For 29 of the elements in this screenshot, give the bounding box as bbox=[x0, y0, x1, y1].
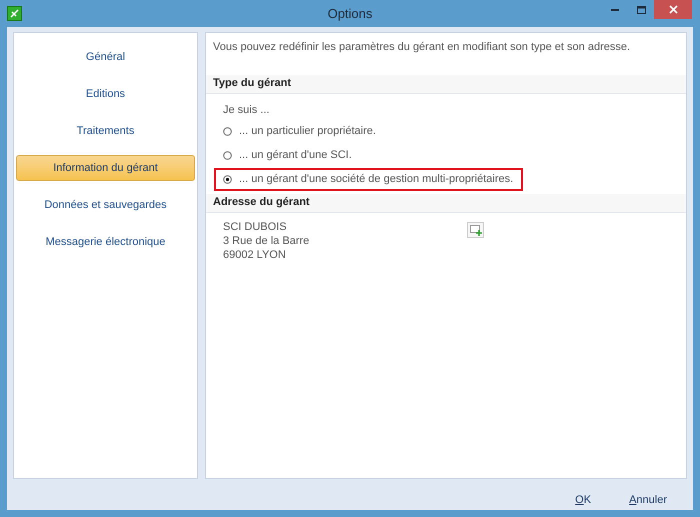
sidebar-item[interactable]: Messagerie électronique bbox=[16, 229, 195, 255]
cancel-button[interactable]: Annuler bbox=[629, 492, 667, 508]
address-line: SCI DUBOIS bbox=[223, 220, 287, 234]
window-title: Options bbox=[328, 4, 372, 23]
maximize-icon bbox=[636, 6, 646, 14]
section-header: Adresse du gérant bbox=[206, 194, 686, 213]
intro-text: Vous pouvez redéfinir les paramètres du gérant en modifiant son type et son adresse. bbox=[212, 40, 632, 55]
radio-icon bbox=[223, 126, 232, 136]
radio-option[interactable]: ... un gérant d'une SCI. bbox=[214, 144, 361, 166]
section-header: Type du gérant bbox=[206, 74, 686, 94]
radio-option[interactable]: ... un gérant d'une société de gestion multi-propriétaires. bbox=[214, 168, 524, 190]
add-icon bbox=[470, 224, 482, 236]
radio-icon bbox=[223, 174, 232, 184]
sidebar-item[interactable]: Données et sauvegardes bbox=[16, 192, 195, 218]
sidebar-item[interactable]: Editions bbox=[16, 81, 195, 107]
prompt-text: Je suis ... bbox=[222, 103, 270, 118]
sidebar-item[interactable]: Traitements bbox=[16, 118, 195, 144]
minimize-icon bbox=[611, 9, 619, 11]
sidebar-item[interactable]: Information du gérant bbox=[16, 155, 195, 181]
close-icon bbox=[668, 5, 678, 14]
edit-address-button[interactable] bbox=[467, 222, 484, 238]
app-icon bbox=[7, 6, 22, 21]
ok-button[interactable]: OK bbox=[575, 492, 592, 508]
radio-option[interactable]: ... un particulier propriétaire. bbox=[214, 120, 385, 142]
close-button[interactable] bbox=[654, 0, 692, 19]
radio-icon bbox=[223, 150, 232, 160]
address-line: 69002 LYON bbox=[223, 248, 286, 262]
sidebar-item[interactable]: Général bbox=[16, 44, 195, 70]
address-line: 3 Rue de la Barre bbox=[223, 234, 310, 248]
